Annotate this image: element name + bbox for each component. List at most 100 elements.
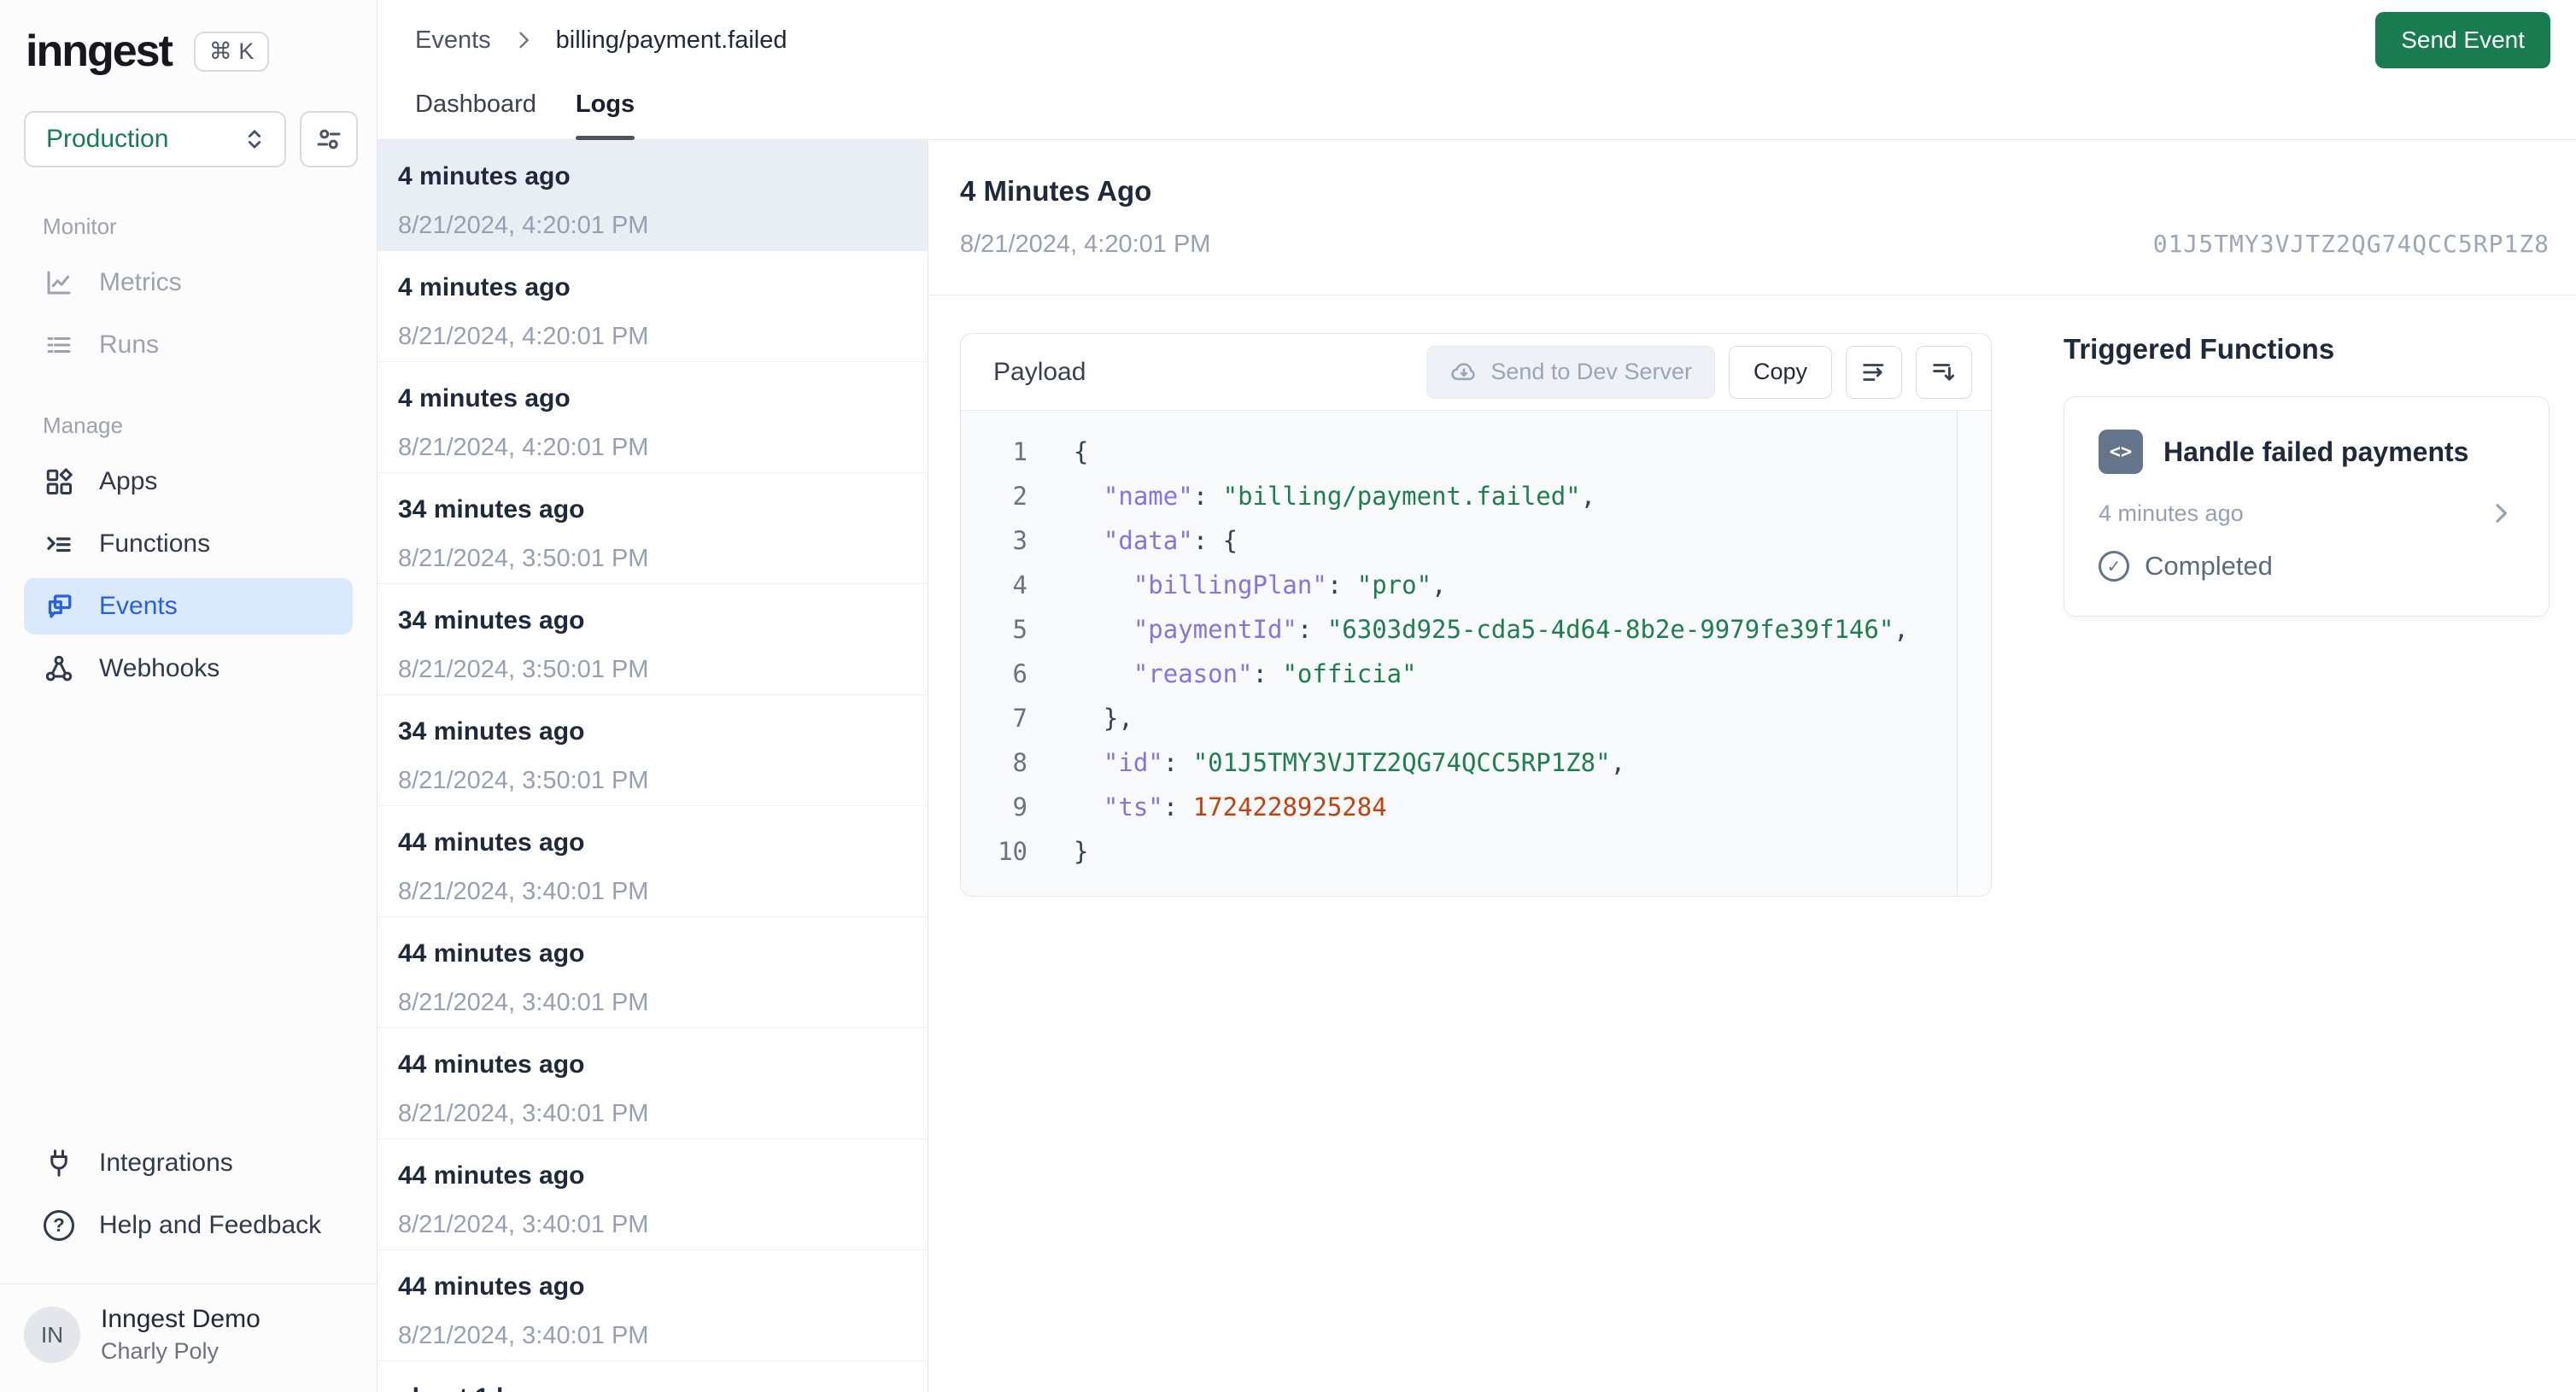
copy-button[interactable]: Copy [1728, 345, 1832, 399]
triggered-functions-panel: Triggered Functions Handle failed paymen… [2064, 333, 2550, 617]
tab-logs[interactable]: Logs [575, 80, 635, 140]
sidebar-item-webhooks[interactable]: Webhooks [24, 640, 353, 697]
environment-filter-button[interactable] [300, 111, 358, 167]
code-line: 7 }, [961, 696, 1991, 740]
event-detail-header: 4 Minutes Ago 8/21/2024, 4:20:01 PM 01J5… [928, 140, 2576, 295]
main-area: Events billing/payment.failed Send Event… [378, 0, 2576, 1392]
line-number: 10 [998, 837, 1027, 866]
event-detail-timestamp: 8/21/2024, 4:20:01 PM [960, 231, 1211, 258]
sidebar-item-label: Functions [99, 529, 211, 558]
line-content: }, [1074, 704, 1133, 733]
line-number: 6 [1012, 659, 1027, 688]
scroll-to-bottom-button[interactable] [1916, 345, 1972, 399]
event-list-item[interactable]: 4 minutes ago 8/21/2024, 4:20:01 PM [378, 251, 928, 362]
event-list-item[interactable]: about 1 hour ago [378, 1361, 928, 1392]
payload-card: Payload Send to Dev Server Copy 1 {2 "n… [960, 333, 1992, 897]
event-timestamp: 8/21/2024, 3:40:01 PM [398, 1100, 649, 1127]
payload-code-lines: 1{2 "name": "billing/payment.failed", 3 "… [961, 430, 1991, 874]
event-list-item[interactable]: 44 minutes ago 8/21/2024, 3:40:01 PM [378, 1250, 928, 1361]
status-label: Completed [2145, 551, 2273, 581]
event-detail: 4 Minutes Ago 8/21/2024, 4:20:01 PM 01J5… [928, 140, 2576, 1392]
event-list-item[interactable]: 44 minutes ago 8/21/2024, 3:40:01 PM [378, 917, 928, 1028]
sidebar-item-runs[interactable]: Runs [24, 317, 353, 373]
inngest-logo: inngest [26, 26, 173, 76]
code-line: 8 "id": "01J5TMY3VJTZ2QG74QCC5RP1Z8", [961, 740, 1991, 785]
tab-dashboard[interactable]: Dashboard [415, 80, 536, 139]
event-list-item[interactable]: 4 minutes ago 8/21/2024, 4:20:01 PM [378, 362, 928, 473]
payload-code: 1{2 "name": "billing/payment.failed", 3 "… [961, 411, 1991, 896]
sidebar-item-functions[interactable]: Functions [24, 516, 353, 572]
events-icon [43, 591, 75, 622]
code-line: 9 "ts": 1724228925284 [961, 785, 1991, 829]
triggered-function-meta: 4 minutes ago [2099, 500, 2515, 527]
event-relative-time: 34 minutes ago [398, 717, 585, 746]
line-number: 4 [1012, 570, 1027, 599]
send-to-dev-server-button[interactable]: Send to Dev Server [1426, 345, 1715, 399]
event-list-item[interactable]: 44 minutes ago 8/21/2024, 3:40:01 PM [378, 806, 928, 917]
event-list-item[interactable]: 4 minutes ago 8/21/2024, 4:20:01 PM [378, 140, 928, 251]
event-relative-time: 34 minutes ago [398, 606, 585, 635]
event-relative-time: 44 minutes ago [398, 1050, 585, 1079]
event-timestamp: 8/21/2024, 3:40:01 PM [398, 1322, 649, 1349]
sidebar: inngest ⌘ K Production Monitor Metrics R… [0, 0, 378, 1392]
content: 4 minutes ago 8/21/2024, 4:20:01 PM 4 mi… [378, 140, 2576, 1392]
breadcrumb-events-link[interactable]: Events [415, 26, 491, 55]
event-relative-time: 44 minutes ago [398, 1272, 585, 1301]
line-content: } [1074, 837, 1089, 866]
code-line: 1{ [961, 430, 1991, 474]
line-content: "reason": "officia" [1074, 659, 1417, 688]
triggered-function-status: Completed [2099, 551, 2515, 582]
triggered-function-card[interactable]: Handle failed payments 4 minutes ago C [2064, 396, 2550, 617]
line-number: 1 [1012, 437, 1027, 466]
sidebar-item-events[interactable]: Events [24, 578, 353, 635]
sidebar-item-label: Runs [99, 330, 160, 359]
code-line: 10} [961, 829, 1991, 874]
event-list-item[interactable]: 34 minutes ago 8/21/2024, 3:50:01 PM [378, 473, 928, 584]
send-event-button[interactable]: Send Event [2375, 12, 2550, 68]
code-scrollbar[interactable] [1957, 411, 1991, 896]
topbar: Events billing/payment.failed Send Event [378, 0, 2576, 80]
event-list-item[interactable]: 44 minutes ago 8/21/2024, 3:40:01 PM [378, 1139, 928, 1250]
event-detail-meta: 8/21/2024, 4:20:01 PM 01J5TMY3VJTZ2QG74Q… [960, 230, 2550, 259]
line-content: "paymentId": "6303d925-cda5-4d64-8b2e-99… [1074, 615, 1909, 644]
triggered-functions-title: Triggered Functions [2064, 333, 2335, 365]
line-number: 9 [1012, 793, 1027, 822]
help-circle-icon [43, 1210, 75, 1241]
line-number: 8 [1012, 748, 1027, 777]
sidebar-item-help-and-feedback[interactable]: Help and Feedback [24, 1197, 353, 1254]
user-name: Charly Poly [101, 1338, 220, 1364]
event-relative-time: 44 minutes ago [398, 1161, 585, 1190]
runs-queue-icon [43, 330, 75, 360]
event-relative-time: 4 minutes ago [398, 162, 571, 190]
sidebar-item-apps[interactable]: Apps [24, 453, 353, 510]
user-info: Inngest Demo Charly Poly [101, 1305, 261, 1365]
send-to-dev-server-label: Send to Dev Server [1490, 359, 1692, 384]
user-account[interactable]: IN Inngest Demo Charly Poly [0, 1284, 377, 1392]
section-label-manage: Manage [43, 412, 123, 438]
app-root: inngest ⌘ K Production Monitor Metrics R… [0, 0, 2576, 1392]
line-content: "data": { [1074, 526, 1238, 555]
word-wrap-button[interactable] [1846, 345, 1902, 399]
event-list-item[interactable]: 44 minutes ago 8/21/2024, 3:40:01 PM [378, 1028, 928, 1139]
event-timestamp: 8/21/2024, 3:40:01 PM [398, 1211, 649, 1238]
event-list-item[interactable]: 34 minutes ago 8/21/2024, 3:50:01 PM [378, 584, 928, 695]
line-number: 7 [1012, 704, 1027, 733]
breadcrumb-current: billing/payment.failed [555, 26, 787, 54]
plug-icon [43, 1148, 75, 1179]
event-list-item[interactable]: 34 minutes ago 8/21/2024, 3:50:01 PM [378, 695, 928, 806]
lines-arrow-down-icon [1929, 358, 1958, 387]
event-timestamp: 8/21/2024, 4:20:01 PM [398, 434, 649, 461]
line-content: "ts": 1724228925284 [1074, 793, 1387, 822]
org-name: Inngest Demo [101, 1305, 261, 1333]
sidebar-item-metrics[interactable]: Metrics [24, 254, 353, 311]
event-id: 01J5TMY3VJTZ2QG74QCC5RP1Z8 [2152, 230, 2550, 258]
environment-row: Production [0, 77, 377, 167]
environment-selector[interactable]: Production [24, 111, 286, 167]
command-k-shortcut[interactable]: ⌘ K [193, 31, 270, 72]
event-timestamp: 8/21/2024, 3:40:01 PM [398, 989, 649, 1016]
chevron-up-down-icon [240, 125, 269, 154]
sidebar-item-integrations[interactable]: Integrations [24, 1135, 353, 1191]
line-content: "id": "01J5TMY3VJTZ2QG74QCC5RP1Z8", [1074, 748, 1626, 777]
cloud-download-icon [1449, 358, 1478, 387]
sidebar-item-label: Integrations [99, 1149, 233, 1177]
